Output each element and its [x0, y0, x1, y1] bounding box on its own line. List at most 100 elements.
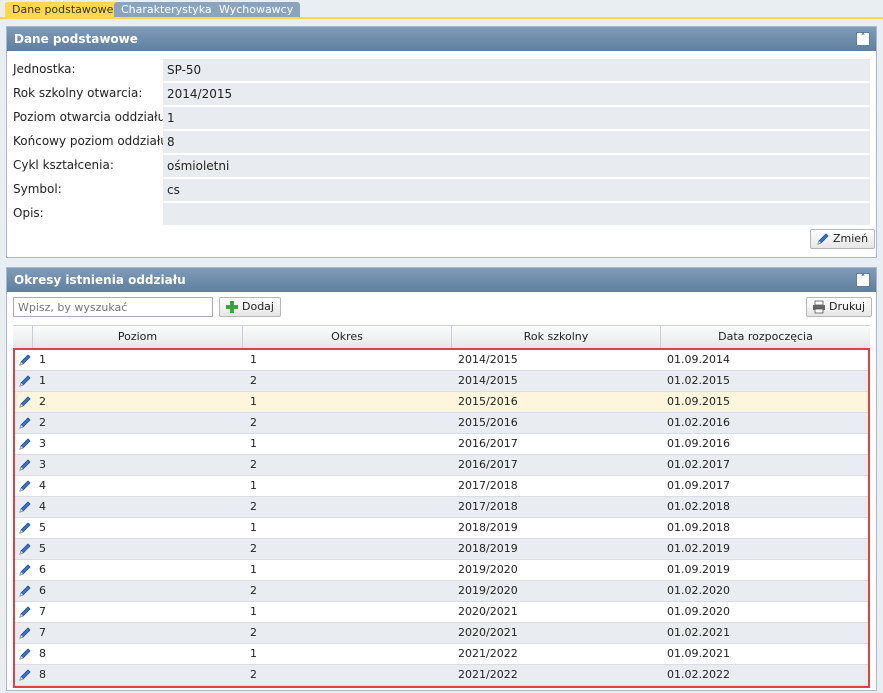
cell-poziom: 3: [39, 458, 46, 471]
print-button-label: Drukuj: [829, 300, 866, 313]
table-row[interactable]: 3 2 2016/2017 01.02.2017: [15, 455, 868, 476]
table-row[interactable]: 2 2 2015/2016 01.02.2016: [15, 413, 868, 434]
cell-data-rozpoczecia: 01.09.2020: [667, 605, 730, 618]
collapse-icon[interactable]: ˄: [856, 273, 870, 287]
edit-pencil-icon[interactable]: [18, 395, 32, 409]
basic-data-panel-header: Dane podstawowe ˄: [7, 27, 876, 51]
form-row: Jednostka: SP-50: [13, 59, 870, 81]
edit-pencil-icon[interactable]: [18, 500, 32, 514]
edit-pencil-icon[interactable]: [18, 479, 32, 493]
edit-pencil-icon[interactable]: [18, 647, 32, 661]
collapse-icon[interactable]: ˄: [856, 32, 870, 46]
field-value: 8: [163, 131, 870, 153]
column-header-okres[interactable]: Okres: [243, 326, 452, 348]
form-row: Poziom otwarcia oddziału: 1: [13, 107, 870, 129]
cell-data-rozpoczecia: 01.02.2018: [667, 500, 730, 513]
form-row: Końcowy poziom oddziału: 8: [13, 131, 870, 153]
cell-rok-szkolny: 2016/2017: [458, 458, 518, 471]
table-row[interactable]: 7 1 2020/2021 01.09.2020: [15, 602, 868, 623]
cell-poziom: 2: [39, 395, 46, 408]
cell-okres: 1: [250, 563, 257, 576]
cell-data-rozpoczecia: 01.09.2021: [667, 647, 730, 660]
table-row[interactable]: 6 2 2019/2020 01.02.2020: [15, 581, 868, 602]
table-row[interactable]: 8 1 2021/2022 01.09.2021: [15, 644, 868, 665]
table-row[interactable]: 5 1 2018/2019 01.09.2018: [15, 518, 868, 539]
field-value: [163, 203, 870, 225]
field-label: Jednostka:: [13, 62, 76, 76]
edit-pencil-icon[interactable]: [18, 374, 32, 388]
cell-rok-szkolny: 2018/2019: [458, 542, 518, 555]
tab-dane-podstawowe[interactable]: Dane podstawowe: [5, 2, 121, 18]
panel-title: Okresy istnienia oddziału: [14, 273, 186, 287]
edit-pencil-icon[interactable]: [18, 605, 32, 619]
panel-title: Dane podstawowe: [14, 32, 138, 46]
edit-pencil-icon[interactable]: [18, 437, 32, 451]
cell-data-rozpoczecia: 01.09.2019: [667, 563, 730, 576]
table-row[interactable]: 2 1 2015/2016 01.09.2015: [15, 392, 868, 413]
cell-data-rozpoczecia: 01.02.2019: [667, 542, 730, 555]
field-label: Cykl kształcenia:: [13, 158, 114, 172]
change-button-label: Zmień: [833, 232, 869, 245]
cell-okres: 1: [250, 353, 257, 366]
edit-pencil-icon[interactable]: [18, 584, 32, 598]
cell-okres: 2: [250, 374, 257, 387]
field-value: 1: [163, 107, 870, 129]
periods-panel-header: Okresy istnienia oddziału ˄: [7, 268, 876, 292]
periods-panel: Okresy istnienia oddziału ˄ Dodaj Drukuj…: [6, 267, 877, 691]
column-header-poziom[interactable]: Poziom: [33, 326, 243, 348]
cell-poziom: 2: [39, 416, 46, 429]
table-row[interactable]: 1 1 2014/2015 01.09.2014: [15, 350, 868, 371]
tab-charakterystyka[interactable]: Charakterystyka: [114, 2, 219, 18]
cell-data-rozpoczecia: 01.02.2016: [667, 416, 730, 429]
cell-okres: 1: [250, 395, 257, 408]
cell-okres: 1: [250, 647, 257, 660]
cell-rok-szkolny: 2017/2018: [458, 500, 518, 513]
column-header-rok-szkolny[interactable]: Rok szkolny: [452, 326, 661, 348]
field-label: Symbol:: [13, 182, 62, 196]
table-row[interactable]: 4 2 2017/2018 01.02.2018: [15, 497, 868, 518]
form-row: Symbol: cs: [13, 179, 870, 201]
field-value: ośmioletni: [163, 155, 870, 177]
edit-pencil-icon[interactable]: [18, 416, 32, 430]
cell-poziom: 1: [39, 353, 46, 366]
basic-data-panel: Dane podstawowe ˄ Jednostka: SP-50 Rok szk…: [6, 26, 877, 258]
table-row[interactable]: 8 2 2021/2022 01.02.2022: [15, 665, 868, 686]
table-row[interactable]: 1 2 2014/2015 01.02.2015: [15, 371, 868, 392]
print-button[interactable]: Drukuj: [806, 297, 873, 317]
column-header-data-rozpoczecia[interactable]: Data rozpoczęcia: [661, 326, 870, 348]
table-row[interactable]: 4 1 2017/2018 01.09.2017: [15, 476, 868, 497]
tab-underline: [0, 17, 883, 19]
change-button[interactable]: Zmień: [810, 229, 876, 249]
cell-rok-szkolny: 2015/2016: [458, 395, 518, 408]
cell-okres: 2: [250, 584, 257, 597]
form-row: Cykl kształcenia: ośmioletni: [13, 155, 870, 177]
table-row[interactable]: 3 1 2016/2017 01.09.2016: [15, 434, 868, 455]
field-label: Rok szkolny otwarcia:: [13, 86, 143, 100]
edit-pencil-icon[interactable]: [18, 458, 32, 472]
cell-rok-szkolny: 2020/2021: [458, 626, 518, 639]
table-header: Poziom Okres Rok szkolny Data rozpoczęci…: [13, 325, 870, 349]
edit-pencil-icon[interactable]: [18, 521, 32, 535]
cell-poziom: 5: [39, 521, 46, 534]
search-input[interactable]: [13, 297, 213, 317]
tab-wychowawcy[interactable]: Wychowawcy: [212, 2, 301, 18]
tab-bar: Dane podstawowe Charakterystyka Wychowaw…: [0, 0, 883, 19]
edit-pencil-icon[interactable]: [18, 353, 32, 367]
edit-pencil-icon[interactable]: [18, 542, 32, 556]
cell-rok-szkolny: 2019/2020: [458, 563, 518, 576]
table-row[interactable]: 6 1 2019/2020 01.09.2019: [15, 560, 868, 581]
cell-data-rozpoczecia: 01.02.2017: [667, 458, 730, 471]
table-row[interactable]: 5 2 2018/2019 01.02.2019: [15, 539, 868, 560]
edit-pencil-icon[interactable]: [18, 563, 32, 577]
table-row[interactable]: 7 2 2020/2021 01.02.2021: [15, 623, 868, 644]
add-button[interactable]: Dodaj: [219, 297, 281, 317]
edit-pencil-icon[interactable]: [18, 626, 32, 640]
cell-poziom: 6: [39, 563, 46, 576]
cell-data-rozpoczecia: 01.09.2018: [667, 521, 730, 534]
cell-poziom: 7: [39, 605, 46, 618]
cell-okres: 1: [250, 605, 257, 618]
cell-data-rozpoczecia: 01.02.2021: [667, 626, 730, 639]
cell-okres: 2: [250, 458, 257, 471]
cell-okres: 2: [250, 416, 257, 429]
edit-pencil-icon[interactable]: [18, 668, 32, 682]
